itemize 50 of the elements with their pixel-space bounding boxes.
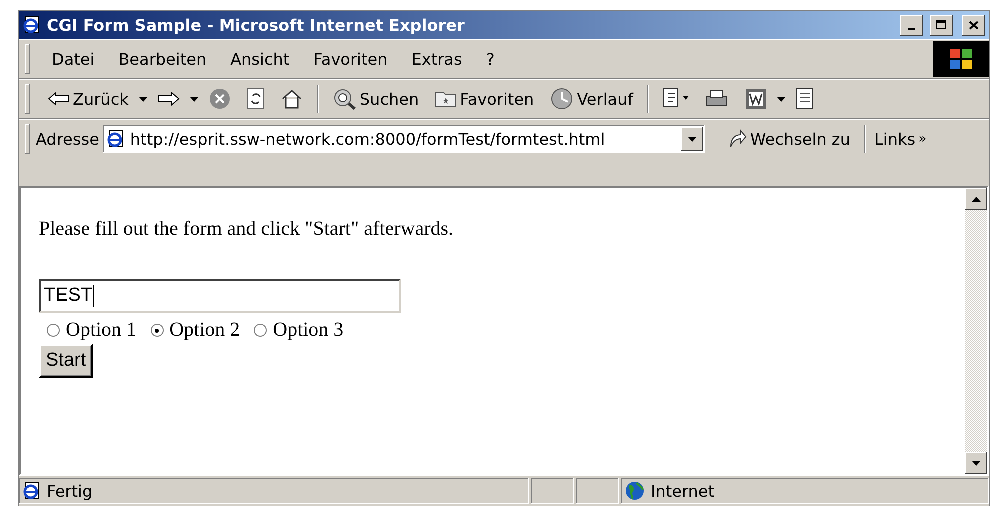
close-icon [968, 20, 978, 30]
radio-button[interactable] [254, 324, 268, 337]
menu-item[interactable]: Datei [42, 46, 105, 72]
caret-icon [190, 96, 199, 102]
menu-item[interactable]: Ansicht [220, 46, 300, 72]
caret-icon [138, 96, 148, 102]
menu-item[interactable]: Favoriten [304, 46, 398, 72]
search-button[interactable]: Suchen [326, 86, 426, 112]
go-button[interactable]: Wechseln zu [721, 127, 856, 151]
minimize-icon [908, 28, 915, 30]
close-button[interactable] [962, 14, 985, 36]
scroll-down-button[interactable] [965, 452, 987, 474]
option-label[interactable]: Option 3 [273, 319, 344, 342]
up-arrow-icon [972, 196, 980, 202]
text-field[interactable]: TEST [39, 279, 401, 313]
menu-item[interactable]: ? [476, 46, 505, 72]
maximize-icon [936, 20, 947, 30]
back-arrow-icon [48, 92, 70, 106]
browser-page-icon [23, 16, 41, 34]
dropdown-button[interactable] [681, 127, 704, 151]
option-label[interactable]: Option 1 [66, 319, 137, 342]
caret-icon [972, 460, 980, 466]
instruction-text: Please fill out the form and click "Start" afterwards. [39, 218, 455, 241]
minimize-button[interactable] [900, 14, 923, 36]
caret-icon [777, 96, 786, 102]
back-button[interactable]: Zurück [42, 88, 135, 110]
search-icon [332, 88, 357, 110]
address-field[interactable]: http://esprit.ssw-network.com:8000/formTest/formtest.html [103, 125, 706, 153]
star-folder-icon [435, 90, 458, 108]
scroll-up-button[interactable] [965, 188, 987, 210]
scrollbar[interactable] [965, 188, 987, 474]
history-button[interactable]: Verlauf [544, 86, 640, 112]
start-button[interactable]: Start [39, 344, 94, 378]
maximize-button[interactable] [930, 14, 953, 36]
clock-icon [550, 88, 574, 110]
radio-button[interactable] [47, 324, 60, 337]
favorites-button[interactable]: Favoriten [429, 88, 540, 110]
option-label[interactable]: Option 2 [170, 319, 240, 342]
radio-button[interactable] [150, 324, 164, 337]
globe-icon [625, 481, 645, 501]
zone-text: Internet [651, 482, 715, 500]
menu-item[interactable]: Bearbeiten [108, 46, 217, 72]
browser-page-icon [107, 130, 126, 148]
menu-item[interactable]: Extras [402, 46, 472, 72]
caret-icon [688, 136, 697, 142]
window-title: CGI Form Sample - Microsoft Internet Explorer [47, 16, 466, 34]
windows-logo [933, 41, 989, 77]
status-text: Fertig [47, 482, 93, 500]
address-label: Adresse [36, 130, 100, 148]
browser-page-icon [23, 482, 41, 500]
